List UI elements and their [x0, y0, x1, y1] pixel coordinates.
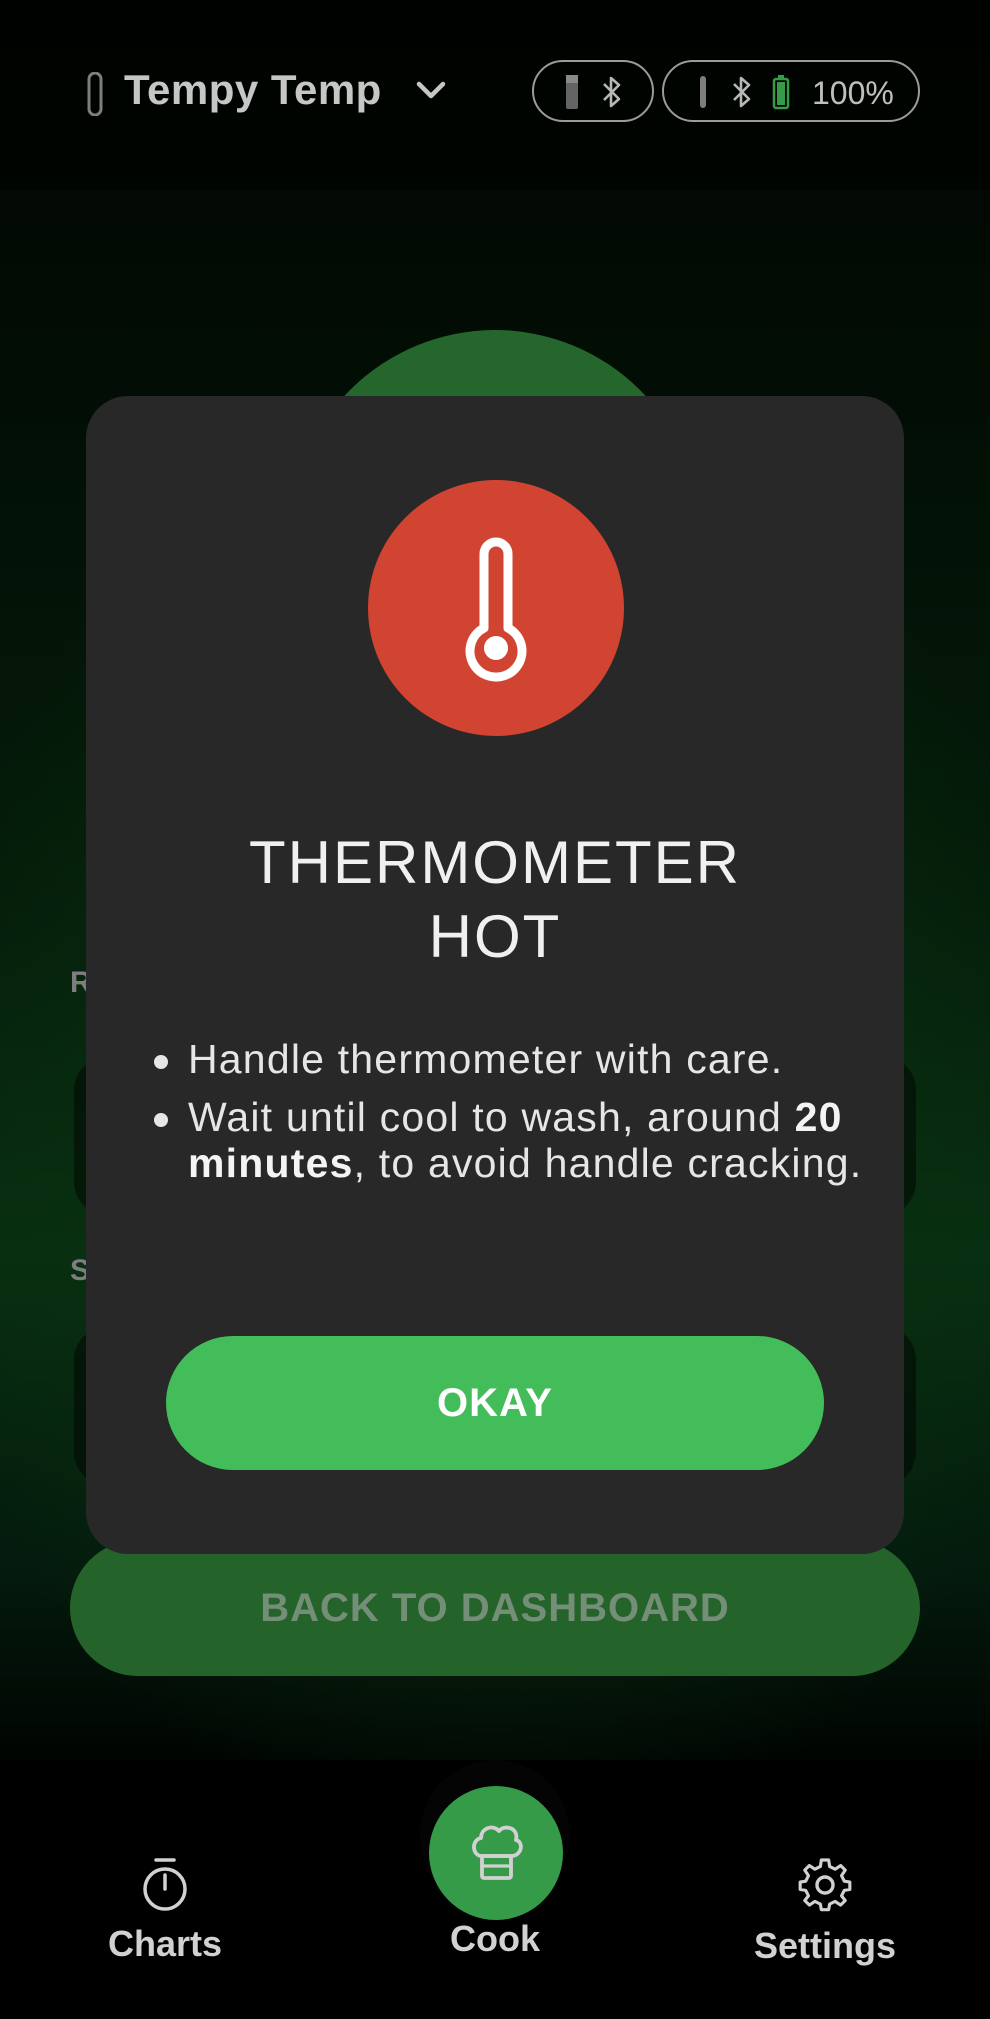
thermometer-icon — [465, 537, 527, 682]
thermometer-hot-dialog: THERMOMETER HOT Handle thermometer with … — [86, 396, 904, 1554]
alert-badge — [368, 480, 624, 736]
dialog-title: THERMOMETER HOT — [126, 826, 864, 974]
warning-item: Handle thermometer with care. — [146, 1036, 866, 1082]
dialog-title-line2: HOT — [428, 903, 562, 970]
warning-item: Wait until cool to wash, around 20 minut… — [146, 1094, 866, 1186]
okay-button[interactable]: OKAY — [166, 1336, 824, 1470]
warning-text-pre: Wait until cool to wash, around — [188, 1094, 795, 1140]
warning-text: Handle thermometer with care. — [188, 1036, 784, 1082]
dialog-title-line1: THERMOMETER — [249, 829, 741, 896]
warning-list: Handle thermometer with care. Wait until… — [146, 1036, 866, 1198]
warning-text-post: , to avoid handle cracking. — [353, 1140, 863, 1186]
app-screen: Tempy Temp 100% R S BACK TO DASHBOARD Ch… — [0, 0, 990, 2019]
